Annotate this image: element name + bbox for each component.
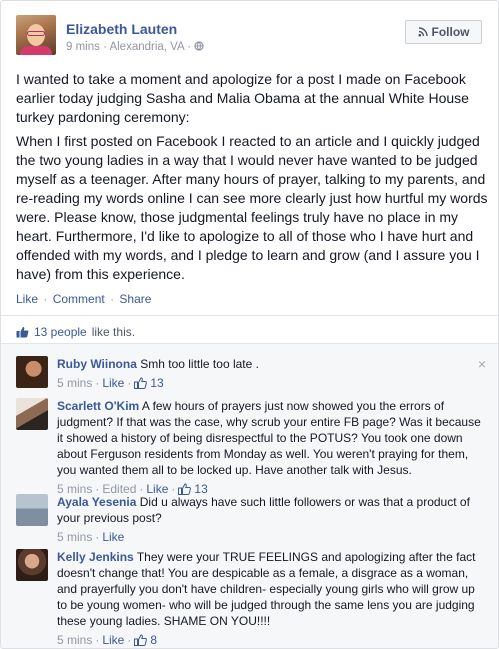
thumbs-up-icon	[16, 326, 29, 338]
comment-like-count[interactable]: 8	[150, 632, 157, 648]
comment-like-count[interactable]: 13	[150, 375, 163, 391]
commenter-name[interactable]: Ayala Yesenia	[57, 495, 136, 509]
post-paragraph-1: I wanted to take a moment and apologize …	[16, 71, 469, 125]
comment: Scarlett O'Kim A few hours of prayers ju…	[16, 398, 488, 508]
like-link[interactable]: Like	[16, 292, 38, 306]
likes-count-link[interactable]: 13 people	[34, 325, 87, 339]
comment-body: Ruby Wiinona Smh too little too late . 5…	[57, 356, 487, 391]
comment-meta: 5 mins · Like · 13	[57, 375, 164, 391]
commenter-avatar[interactable]	[16, 549, 48, 581]
post-timestamp-location[interactable]: 9 mins · Alexandria, VA ·	[66, 41, 194, 53]
comment-meta: 5 mins · Like · 8	[57, 632, 158, 648]
commenter-avatar[interactable]	[16, 356, 48, 388]
follow-button[interactable]: Follow	[405, 20, 482, 44]
commenter-avatar[interactable]	[16, 398, 48, 430]
divider	[1, 315, 498, 316]
post-card: Elizabeth Lauten 9 mins · Alexandria, VA…	[0, 0, 499, 649]
post-actions: Like · Comment · Share	[16, 292, 151, 306]
comment-time[interactable]: 5 mins	[57, 632, 92, 648]
comment: Kelly Jenkins They were your TRUE FEELIN…	[16, 549, 488, 648]
separator: ·	[110, 292, 115, 306]
globe-icon	[194, 41, 204, 51]
thumbs-up-icon	[134, 377, 148, 389]
rss-icon	[418, 27, 428, 37]
comment-body: Scarlett O'Kim A few hours of prayers ju…	[57, 398, 487, 497]
post-body: I wanted to take a moment and apologize …	[16, 70, 488, 284]
commenter-name[interactable]: Ruby Wiinona	[57, 357, 137, 371]
comment-body: Ayala Yesenia Did u always have such lit…	[57, 494, 487, 545]
comment-meta: 5 mins · Like	[57, 529, 125, 545]
thumbs-up-icon	[134, 634, 148, 646]
follow-label: Follow	[431, 25, 470, 39]
close-icon[interactable]: ×	[478, 356, 486, 372]
comment: Ayala Yesenia Did u always have such lit…	[16, 494, 488, 546]
likes-summary: 13 people like this.	[16, 325, 135, 339]
post-paragraph-2: When I first posted on Facebook I reacte…	[16, 133, 488, 282]
commenter-name[interactable]: Kelly Jenkins	[57, 550, 134, 564]
likes-text: like this.	[91, 325, 136, 339]
author-avatar[interactable]	[16, 15, 56, 55]
comment-like-link[interactable]: Like	[102, 529, 124, 545]
comment-body: Kelly Jenkins They were your TRUE FEELIN…	[57, 549, 487, 648]
post-header: Elizabeth Lauten 9 mins · Alexandria, VA…	[16, 15, 484, 61]
separator: ·	[43, 292, 48, 306]
comment-time[interactable]: 5 mins	[57, 375, 92, 391]
commenter-name[interactable]: Scarlett O'Kim	[57, 399, 139, 413]
comment-like-link[interactable]: Like	[102, 375, 124, 391]
author-name[interactable]: Elizabeth Lauten	[66, 21, 177, 37]
comment: Ruby Wiinona Smh too little too late . 5…	[16, 356, 488, 396]
comments-section: Ruby Wiinona Smh too little too late . 5…	[1, 344, 498, 648]
comment-time[interactable]: 5 mins	[57, 529, 92, 545]
share-link[interactable]: Share	[119, 292, 151, 306]
post-meta: 9 mins · Alexandria, VA ·	[66, 41, 204, 53]
comment-link[interactable]: Comment	[53, 292, 105, 306]
commenter-avatar[interactable]	[16, 494, 48, 526]
comment-like-link[interactable]: Like	[102, 632, 124, 648]
comment-text: Smh too little too late .	[140, 357, 259, 371]
